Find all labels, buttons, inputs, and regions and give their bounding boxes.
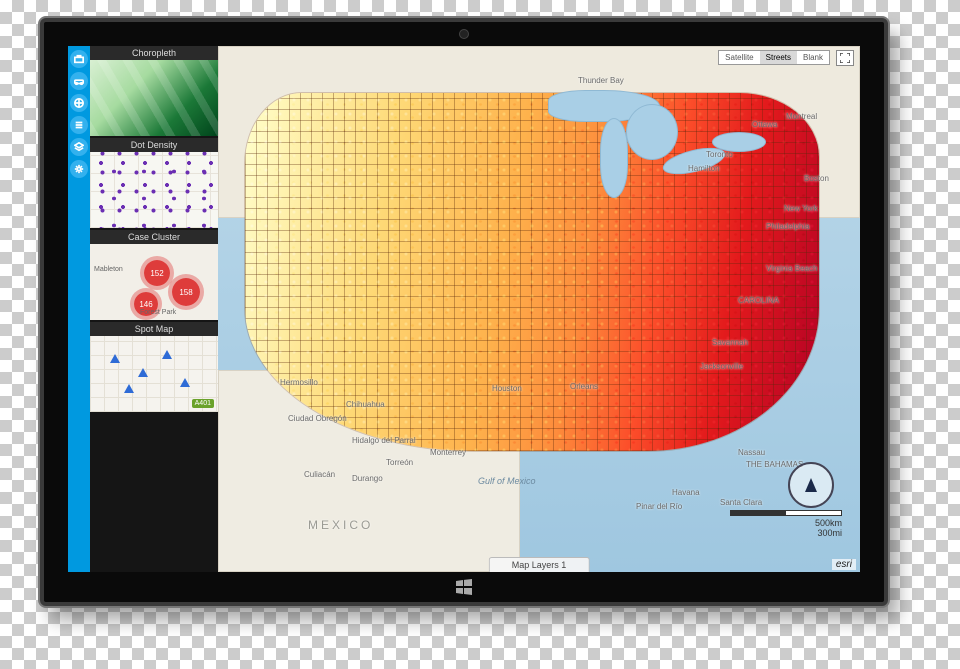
city-label: Ottawa (752, 120, 777, 129)
panel-spot-map-thumb: A401 (90, 336, 218, 412)
basemap-blank[interactable]: Blank (797, 51, 829, 64)
esri-attribution: esri (832, 559, 856, 570)
scale-km: 500km (730, 518, 842, 528)
scale-mi: 300mi (730, 528, 842, 538)
compass-icon[interactable] (788, 462, 834, 508)
city-label: Durango (352, 474, 383, 483)
city-label: Hidalgo del Parral (352, 436, 416, 445)
city-label: Pinar del Río (636, 502, 682, 511)
panel-choropleth[interactable]: Choropleth (90, 46, 218, 136)
panel-spot-map[interactable]: Spot Map A401 (90, 322, 218, 412)
city-label: Thunder Bay (578, 76, 624, 85)
basemap-satellite[interactable]: Satellite (719, 51, 759, 64)
app-screen: Choropleth Dot Density Case Cluster 152 … (68, 46, 860, 572)
rail-globe-icon[interactable] (70, 94, 88, 112)
city-label: Savannah (712, 338, 748, 347)
city-label: Hermosillo (280, 378, 318, 387)
basemap-switch: Satellite Streets Blank (718, 50, 830, 65)
cluster-city-label: Mableton (94, 266, 123, 273)
city-label: Montreal (786, 112, 817, 121)
city-label: Nassau (738, 448, 765, 457)
basemap-streets[interactable]: Streets (760, 51, 797, 64)
panel-choropleth-title: Choropleth (90, 46, 218, 60)
lake-ontario (712, 132, 766, 152)
city-label: Hamilton (688, 164, 720, 173)
rail-settings-icon[interactable] (70, 160, 88, 178)
city-label: Boston (804, 174, 829, 183)
city-label: Orleans (570, 382, 598, 391)
city-label: Monterrey (430, 448, 466, 457)
tablet-camera (460, 30, 468, 38)
cluster-bubble: 158 (172, 278, 200, 306)
lake-michigan (600, 118, 628, 198)
rail-layers-icon[interactable] (70, 138, 88, 156)
tool-rail (68, 46, 90, 572)
panel-dot-density-thumb (90, 152, 218, 228)
city-label: Havana (672, 488, 700, 497)
rail-list-icon[interactable] (70, 116, 88, 134)
rail-car-icon[interactable] (70, 72, 88, 90)
map-types-panel: Choropleth Dot Density Case Cluster 152 … (90, 46, 218, 572)
city-label: Philadelphia (766, 222, 810, 231)
panel-case-cluster-thumb: 152 158 146 Mableton Forest Park (90, 244, 218, 320)
cluster-bubble: 152 (144, 260, 170, 286)
windows-button[interactable] (455, 578, 473, 596)
city-label: Santa Clara (720, 498, 762, 507)
city-label: Torreón (386, 458, 413, 467)
map-canvas[interactable]: Thunder Bay Ottawa Montreal Toronto Hamilton… (218, 46, 860, 572)
city-label: Virginia Beach (766, 264, 817, 273)
city-label: Ciudad Obregón (288, 414, 347, 423)
tablet-frame: Choropleth Dot Density Case Cluster 152 … (40, 18, 888, 606)
panel-dot-density[interactable]: Dot Density (90, 138, 218, 228)
city-label: Houston (492, 384, 522, 393)
city-label: Toronto (706, 150, 733, 159)
city-label: Culiacán (304, 470, 335, 479)
cluster-city-label: Forest Park (140, 309, 176, 316)
city-label: Jacksonville (700, 362, 743, 371)
lake-huron (626, 104, 678, 160)
city-label: CAROLINA (738, 296, 779, 305)
city-label: Chihuahua (346, 400, 385, 409)
panel-spot-map-title: Spot Map (90, 322, 218, 336)
panel-dot-density-title: Dot Density (90, 138, 218, 152)
panel-choropleth-thumb (90, 60, 218, 136)
mexico-label: MEXICO (308, 518, 373, 532)
scale-bar: 500km 300mi (730, 510, 842, 538)
fullscreen-button[interactable] (836, 50, 854, 66)
panel-case-cluster-title: Case Cluster (90, 230, 218, 244)
map-layers-tab[interactable]: Map Layers 1 (489, 557, 590, 572)
city-label: New York (784, 204, 818, 213)
spot-badge: A401 (192, 399, 214, 408)
panel-case-cluster[interactable]: Case Cluster 152 158 146 Mableton Forest… (90, 230, 218, 320)
rail-briefcase-icon[interactable] (70, 50, 88, 68)
gulf-label: Gulf of Mexico (478, 476, 536, 486)
